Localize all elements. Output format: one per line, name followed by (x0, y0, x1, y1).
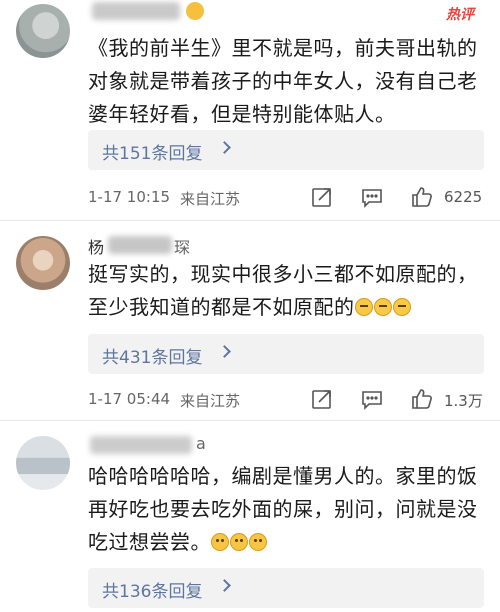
laughing-emoji-icon (392, 298, 411, 316)
chevron-right-icon (218, 345, 231, 358)
comment-text: 挺写实的，现实中很多小三都不如原配的，至少我知道的都是不如原配的 (88, 258, 488, 324)
replies-label: 共151条回复 (102, 144, 203, 164)
replies-label: 共136条回复 (102, 582, 203, 602)
username-initial[interactable]: 杨 (88, 234, 104, 258)
username-blurred[interactable] (92, 2, 180, 20)
replies-link[interactable]: 共431条回复 (88, 334, 484, 374)
comment-3: a 哈哈哈哈哈哈，编剧是懂男人的。家里的饭再好吃也要去吃外面的屎，别问，问就是没… (0, 422, 500, 612)
hot-comment-badge: 热评 (446, 7, 474, 23)
username-tail[interactable]: 琛 (174, 234, 190, 258)
smile-emoji-icon (230, 533, 248, 551)
timestamp: 1-17 10:15 (88, 188, 171, 206)
username-tail[interactable]: a (196, 434, 206, 453)
comment-meta: 1-17 10:15 来自江苏 6225 (88, 183, 488, 213)
divider (0, 220, 500, 221)
smile-emoji-icon (211, 533, 229, 551)
avatar[interactable] (16, 4, 70, 58)
replies-link[interactable]: 共136条回复 (88, 568, 484, 608)
laughing-emoji-icon (373, 298, 392, 316)
comment-meta: 1-17 05:44 来自江苏 1.3万 (88, 385, 488, 415)
divider (0, 420, 500, 421)
comment-2: 杨 琛 挺写实的，现实中很多小三都不如原配的，至少我知道的都是不如原配的 共43… (0, 222, 500, 422)
replies-link[interactable]: 共151条回复 (88, 130, 484, 170)
username-blurred[interactable] (90, 436, 192, 454)
avatar[interactable] (16, 436, 70, 490)
thumbs-up-icon[interactable] (410, 387, 434, 411)
like-count: 1.3万 (444, 392, 483, 410)
comment-1: 热评 《我的前半生》里不就是吗，前夫哥出轨的对象就是带着孩子的中年女人，没有自己… (0, 0, 500, 215)
avatar[interactable] (16, 236, 70, 290)
username-blurred[interactable] (108, 236, 172, 254)
chevron-right-icon (218, 141, 231, 154)
thumbs-up-icon[interactable] (410, 185, 434, 209)
share-icon[interactable] (310, 185, 334, 209)
smile-emoji-icon (249, 533, 267, 551)
laughing-emoji-icon (354, 298, 373, 316)
vip-emoji-icon (186, 2, 204, 20)
replies-label: 共431条回复 (102, 348, 203, 368)
comment-text: 《我的前半生》里不就是吗，前夫哥出轨的对象就是带着孩子的中年女人，没有自己老婆年… (88, 36, 478, 126)
comment-text-body: 挺写实的，现实中很多小三都不如原配的，至少我知道的都是不如原配的 (88, 262, 478, 319)
location: 来自江苏 (180, 190, 241, 208)
comment-icon[interactable] (360, 185, 384, 209)
chevron-right-icon (218, 579, 231, 592)
like-count: 6225 (444, 188, 483, 206)
comment-icon[interactable] (360, 387, 384, 411)
share-icon[interactable] (310, 387, 334, 411)
timestamp: 1-17 05:44 (88, 390, 171, 408)
comment-text-body: 哈哈哈哈哈哈，编剧是懂男人的。家里的饭再好吃也要去吃外面的屎，别问，问就是没吃过… (88, 464, 478, 554)
comment-text: 哈哈哈哈哈哈，编剧是懂男人的。家里的饭再好吃也要去吃外面的屎，别问，问就是没吃过… (88, 460, 488, 559)
location: 来自江苏 (180, 392, 241, 410)
